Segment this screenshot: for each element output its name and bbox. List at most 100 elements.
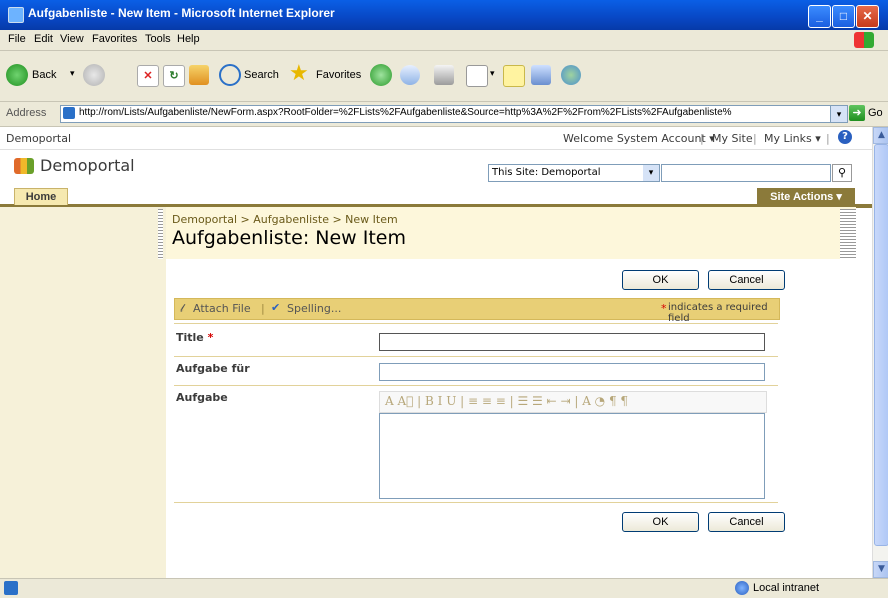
page-title: Aufgabenliste: New Item [172, 227, 406, 249]
ie-app-icon [8, 7, 24, 23]
edit-dropdown-icon[interactable]: ▾ [490, 68, 495, 79]
ok-button[interactable]: OK [622, 270, 699, 290]
page-viewport: Demoportal Welcome System Account ▾ | My… [0, 127, 872, 578]
search-label[interactable]: Search [244, 69, 279, 81]
address-bar: Address http://rom/Lists/Aufgabenliste/N… [0, 102, 888, 127]
my-site-link[interactable]: My Site [712, 132, 753, 145]
welcome-text: Welcome System Account [563, 132, 706, 145]
help-icon[interactable]: ? [838, 130, 852, 144]
menu-favorites[interactable]: Favorites [92, 33, 137, 45]
aufgabe-label: Aufgabe [176, 391, 228, 404]
refresh-icon[interactable]: ↻ [163, 65, 185, 87]
rte-tool-icons[interactable]: A A⃞ | B I U | ≡ ≡ ≡ | ☰ ☰ ⇤ ⇥ | A ◔ ¶ ¶ [385, 394, 628, 408]
menu-edit[interactable]: Edit [34, 33, 53, 45]
search-go-icon[interactable]: ⚲ [832, 164, 852, 182]
back-dropdown-icon[interactable]: ▾ [70, 68, 75, 79]
menu-bar: File Edit View Favorites Tools Help [0, 30, 888, 51]
security-zone: Local intranet [753, 582, 820, 594]
my-links-menu[interactable]: My Links ▾ [764, 132, 821, 145]
form-toolbar: 𝓁 Attach File | ✔ Spelling... * indicate… [174, 298, 780, 324]
go-label[interactable]: Go [868, 107, 883, 119]
menu-file[interactable]: File [8, 33, 26, 45]
tab-home[interactable]: Home [14, 188, 68, 205]
page-title-area: Demoportal > Aufgabenliste > New Item Au… [158, 207, 856, 259]
sharepoint-logo-icon [14, 158, 34, 174]
cancel-button[interactable]: Cancel [708, 270, 785, 290]
back-label[interactable]: Back [32, 69, 56, 81]
separator: | [753, 132, 757, 145]
menu-tools[interactable]: Tools [145, 33, 171, 45]
history-icon[interactable] [370, 64, 392, 86]
site-actions-menu[interactable]: Site Actions ▾ [757, 188, 855, 206]
global-links-bar: Demoportal Welcome System Account ▾ | My… [0, 127, 872, 150]
favorites-label[interactable]: Favorites [316, 69, 361, 81]
intranet-globe-icon [735, 581, 749, 595]
address-dropdown-icon[interactable]: ▾ [830, 105, 848, 123]
breadcrumb[interactable]: Demoportal > Aufgabenliste > New Item [172, 213, 398, 226]
field-separator [174, 502, 778, 503]
search-scope-value: This Site: Demoportal [492, 167, 601, 178]
status-bar: Local intranet [0, 578, 888, 598]
windows-logo-icon [854, 32, 874, 48]
stop-icon[interactable]: ✕ [137, 65, 159, 87]
search-icon[interactable] [219, 64, 241, 86]
attach-file-link[interactable]: Attach File [193, 302, 251, 315]
paperclip-icon: 𝓁 [180, 302, 184, 315]
address-url: http://rom/Lists/Aufgabenliste/NewForm.a… [79, 107, 732, 118]
left-nav-panel [0, 207, 166, 578]
scroll-up-icon[interactable]: ▲ [873, 127, 888, 144]
back-arrow-icon[interactable] [6, 64, 28, 86]
aufgabe-fuer-input[interactable] [379, 363, 765, 381]
separator: | [261, 302, 265, 315]
new-item-form: OK Cancel 𝓁 Attach File | ✔ Spelling... … [166, 259, 856, 571]
menu-view[interactable]: View [60, 33, 84, 45]
go-arrow-icon[interactable]: ➜ [849, 105, 865, 121]
forward-arrow-icon[interactable] [83, 64, 105, 86]
search-scope-select[interactable]: This Site: Demoportal ▾ [488, 164, 660, 182]
address-input[interactable]: http://rom/Lists/Aufgabenliste/NewForm.a… [60, 105, 832, 123]
site-search-input[interactable] [661, 164, 831, 182]
minimize-button[interactable]: _ [808, 5, 831, 28]
vertical-scrollbar[interactable]: ▲ ▼ [872, 127, 888, 578]
field-separator [174, 385, 778, 386]
edit-page-icon[interactable] [466, 65, 488, 87]
note-icon[interactable] [503, 65, 525, 87]
site-header: Demoportal This Site: Demoportal ▾ ⚲ [0, 150, 872, 188]
messenger-icon[interactable] [561, 65, 581, 85]
aufgabe-rich-text-input[interactable] [379, 413, 765, 499]
field-separator [174, 356, 778, 357]
title-label: Title * [176, 331, 213, 344]
site-actions-label: Site Actions [770, 191, 834, 203]
scroll-thumb[interactable] [874, 144, 888, 546]
favorites-star-icon[interactable]: ★ [289, 60, 309, 86]
title-input[interactable] [379, 333, 765, 351]
mail-icon[interactable] [400, 65, 420, 85]
print-icon[interactable] [434, 65, 454, 85]
top-nav-bar: Home Site Actions ▾ [0, 188, 872, 208]
scroll-down-icon[interactable]: ▼ [873, 561, 888, 578]
cancel-button-bottom[interactable]: Cancel [708, 512, 785, 532]
page-icon [63, 107, 75, 119]
home-icon[interactable] [189, 65, 209, 85]
menu-help[interactable]: Help [177, 33, 200, 45]
maximize-button[interactable]: □ [832, 5, 855, 28]
grip-handle-right [840, 209, 856, 259]
welcome-menu[interactable]: Welcome System Account ▾ [563, 132, 715, 145]
window-title: Aufgabenliste - New Item - Microsoft Int… [28, 6, 335, 20]
separator: | [700, 132, 704, 145]
separator: | [826, 132, 830, 145]
window-title-bar: Aufgabenliste - New Item - Microsoft Int… [0, 0, 888, 30]
site-title[interactable]: Demoportal [40, 156, 135, 175]
research-icon[interactable] [531, 65, 551, 85]
title-label-text: Title [176, 331, 204, 344]
spelling-check-icon: ✔ [271, 301, 281, 314]
my-links-text: My Links [764, 132, 812, 145]
spelling-link[interactable]: Spelling... [287, 302, 341, 315]
required-note: indicates a required field [668, 302, 768, 324]
chevron-down-icon[interactable]: ▾ [643, 165, 659, 181]
page-status-icon [4, 581, 18, 595]
ok-button-bottom[interactable]: OK [622, 512, 699, 532]
close-button[interactable]: ✕ [856, 5, 879, 28]
aufgabe-fuer-label: Aufgabe für [176, 362, 250, 375]
site-name-link[interactable]: Demoportal [6, 132, 71, 145]
